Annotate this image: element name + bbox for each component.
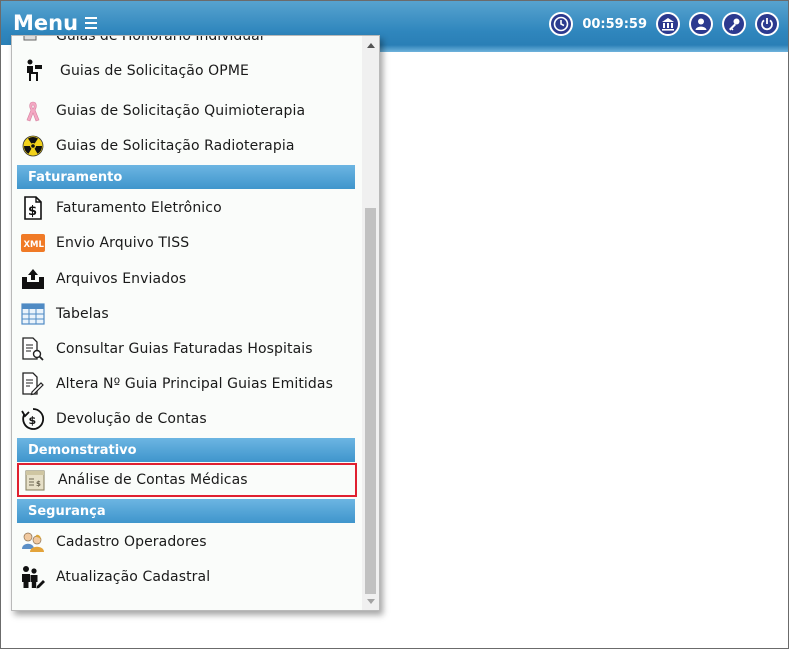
svg-text:$: $ [36, 480, 41, 488]
dollar-document-icon: $ [20, 195, 46, 221]
scrollbar-thumb[interactable] [365, 208, 376, 594]
menu-item-label: Guias de Solicitação Radioterapia [56, 138, 295, 154]
money-return-icon: $ [20, 406, 46, 432]
menu-item-label: Atualização Cadastral [56, 569, 211, 585]
menu-item-label: Devolução de Contas [56, 411, 207, 427]
main-menu-dropdown: Guias de Honorário Individual Guias de S… [11, 35, 380, 611]
menu-item-guias-radioterapia[interactable]: Guias de Solicitação Radioterapia [17, 129, 357, 163]
menu-item-guias-quimioterapia[interactable]: Guias de Solicitação Quimioterapia [17, 94, 357, 128]
scroll-down-arrow-icon[interactable] [362, 593, 379, 610]
menu-item-partial[interactable]: Guias de Honorário Individual [17, 35, 357, 46]
menu-item-label: Altera Nº Guia Principal Guias Emitidas [56, 376, 333, 392]
menu-item-label: Guias de Solicitação OPME [60, 63, 249, 79]
header-gradient-edge [380, 45, 788, 52]
svg-text:$: $ [28, 204, 37, 219]
menu-item-label: Tabelas [56, 306, 109, 322]
menu-item-guias-opme[interactable]: Guias de Solicitação OPME [17, 54, 357, 88]
menu-item-label: Arquivos Enviados [56, 271, 187, 287]
menu-item-label: Guias de Honorário Individual [56, 35, 264, 44]
section-header-faturamento: Faturamento [17, 165, 355, 189]
menu-label: Menu [13, 11, 79, 35]
svg-text:$: $ [29, 414, 37, 427]
menu-item-label: Consultar Guias Faturadas Hospitais [56, 341, 313, 357]
menu-item-faturamento-eletronico[interactable]: $ Faturamento Eletrônico [17, 191, 357, 225]
section-header-demonstrativo: Demonstrativo [17, 438, 355, 462]
menu-item-arquivos-enviados[interactable]: Arquivos Enviados [17, 262, 357, 296]
menu-item-atualizacao-cadastral[interactable]: Atualização Cadastral [17, 560, 357, 594]
menu-item-label: Faturamento Eletrônico [56, 200, 222, 216]
section-header-seguranca: Segurança [17, 499, 355, 523]
hamburger-icon [85, 14, 98, 32]
user-icon[interactable] [689, 12, 713, 36]
radiation-icon [20, 133, 46, 159]
power-icon[interactable] [755, 12, 779, 36]
menu-item-altera-guia-principal[interactable]: Altera Nº Guia Principal Guias Emitidas [17, 367, 357, 401]
clock-icon[interactable] [549, 12, 574, 36]
bank-icon[interactable] [656, 12, 680, 36]
upload-tray-icon [20, 266, 46, 292]
header-toolbar: 00:59:59 [540, 12, 779, 36]
scroll-up-arrow-icon[interactable] [362, 36, 379, 53]
opme-icon [20, 58, 46, 84]
menu-toggle-button[interactable]: Menu [13, 11, 98, 35]
search-document-icon [20, 336, 46, 362]
menu-item-envio-arquivo-tiss[interactable]: XML Envio Arquivo TISS [17, 226, 357, 260]
key-icon[interactable] [722, 12, 746, 36]
statement-icon: $ [22, 467, 48, 493]
menu-item-label: Cadastro Operadores [56, 534, 207, 550]
xml-icon: XML [20, 230, 46, 256]
menu-item-devolucao-de-contas[interactable]: $ Devolução de Contas [17, 402, 357, 436]
session-timer: 00:59:59 [582, 16, 647, 32]
menu-item-label: Envio Arquivo TISS [56, 235, 190, 251]
menu-scrollbar[interactable] [362, 36, 379, 610]
table-icon [20, 301, 46, 327]
menu-item-cadastro-operadores[interactable]: Cadastro Operadores [17, 525, 357, 559]
menu-item-consultar-guias-faturadas[interactable]: Consultar Guias Faturadas Hospitais [17, 332, 357, 366]
svg-text:XML: XML [24, 240, 45, 250]
pink-ribbon-icon [20, 98, 46, 124]
menu-item-label: Guias de Solicitação Quimioterapia [56, 103, 306, 119]
operators-icon [20, 529, 46, 555]
menu-item-label: Análise de Contas Médicas [58, 472, 248, 488]
edit-document-icon [20, 371, 46, 397]
document-icon [20, 36, 46, 46]
people-edit-icon [20, 564, 46, 590]
menu-item-tabelas[interactable]: Tabelas [17, 297, 357, 331]
menu-item-analise-contas-medicas[interactable]: $ Análise de Contas Médicas [17, 463, 357, 497]
